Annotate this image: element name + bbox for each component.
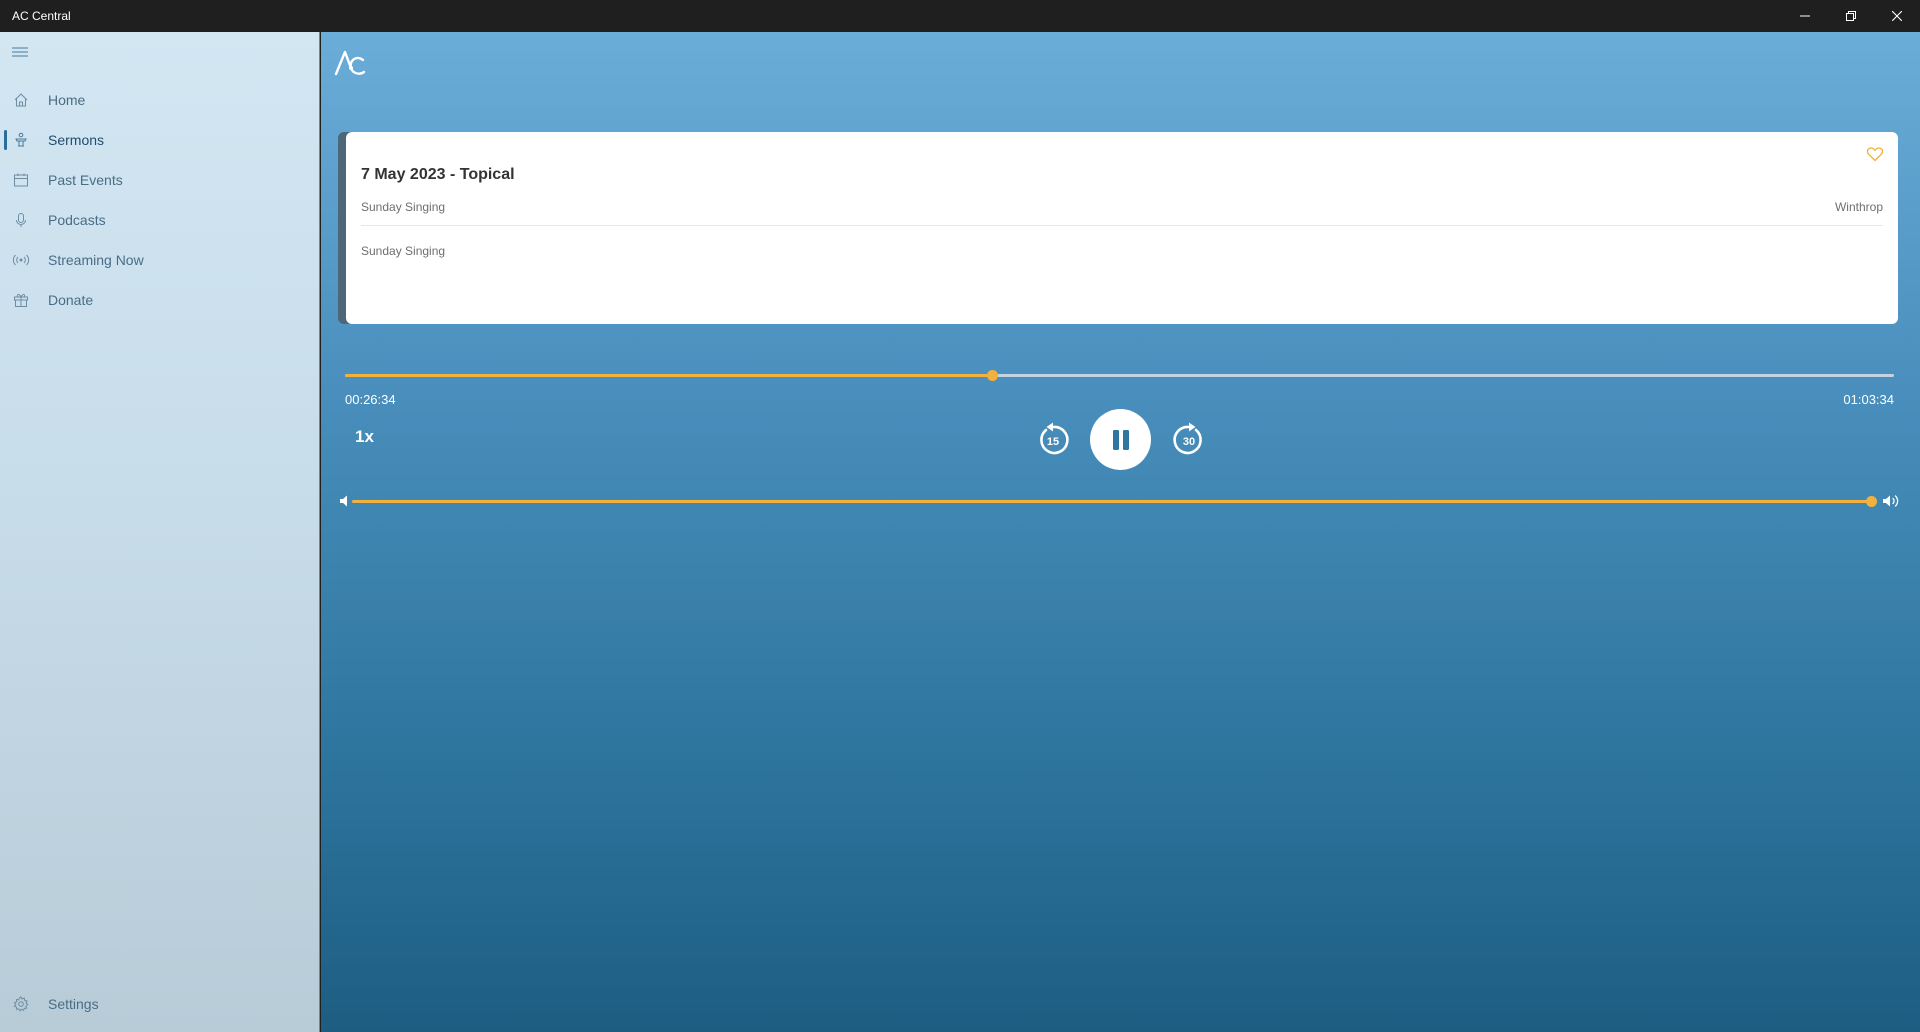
main-content: 7 May 2023 - Topical Sunday Singing Wint… xyxy=(321,32,1920,1032)
sermon-location: Winthrop xyxy=(1834,200,1883,214)
nav-item-label: Donate xyxy=(48,292,94,308)
nav-item-sermons[interactable]: Sermons xyxy=(0,120,320,160)
volume-slider[interactable] xyxy=(352,496,1877,507)
minimize-icon xyxy=(1800,15,1810,17)
sermon-subtitle: Sunday Singing xyxy=(361,200,446,214)
nav-item-label: Past Events xyxy=(48,172,123,188)
sermon-title: 7 May 2023 - Topical xyxy=(361,166,515,183)
close-button[interactable] xyxy=(1874,0,1920,32)
minimize-button[interactable] xyxy=(1782,0,1828,32)
podium-icon xyxy=(11,130,31,150)
volume-slider-thumb[interactable] xyxy=(1866,496,1877,507)
gear-icon xyxy=(11,994,31,1014)
nav-item-label: Settings xyxy=(48,996,99,1012)
seek-slider[interactable] xyxy=(345,370,1894,381)
forward-button[interactable]: 30 xyxy=(1171,422,1207,458)
title-bar: AC Central xyxy=(0,0,1920,32)
gift-icon xyxy=(11,290,31,310)
volume-low-icon xyxy=(339,494,351,508)
restore-button[interactable] xyxy=(1828,0,1874,32)
sermon-card-container: 7 May 2023 - Topical Sunday Singing Wint… xyxy=(338,132,1898,324)
window-title: AC Central xyxy=(12,9,71,23)
seek-slider-fill xyxy=(345,374,993,377)
app-logo xyxy=(333,46,367,80)
card-divider xyxy=(361,225,1883,226)
favorite-button[interactable] xyxy=(1866,145,1884,163)
pause-icon xyxy=(1112,429,1129,450)
calendar-icon xyxy=(11,170,31,190)
heart-icon xyxy=(1866,147,1884,162)
broadcast-icon xyxy=(11,250,31,270)
sermon-card: 7 May 2023 - Topical Sunday Singing Wint… xyxy=(346,132,1898,324)
rewind-button[interactable]: 15 xyxy=(1035,422,1071,458)
forward-icon: 30 xyxy=(1173,422,1202,455)
nav-item-label: Sermons xyxy=(48,132,105,148)
hamburger-icon xyxy=(12,47,28,57)
nav-item-label: Home xyxy=(48,92,86,108)
microphone-icon xyxy=(11,210,31,230)
restore-icon xyxy=(1846,11,1856,21)
close-icon xyxy=(1892,11,1902,21)
hamburger-menu-button[interactable] xyxy=(10,44,30,60)
rewind-icon: 15 xyxy=(1040,422,1069,455)
seek-slider-thumb[interactable] xyxy=(987,370,999,381)
pause-button[interactable] xyxy=(1090,409,1151,470)
nav-item-podcasts[interactable]: Podcasts xyxy=(0,200,320,240)
nav-item-home[interactable]: Home xyxy=(0,80,320,120)
forward-seconds-label: 30 xyxy=(1183,436,1195,448)
nav-item-donate[interactable]: Donate xyxy=(0,280,320,320)
current-time: 00:26:34 xyxy=(345,392,396,407)
navigation-pane: Home Sermons Past Events Podcasts Stream… xyxy=(0,32,320,1032)
nav-item-label: Podcasts xyxy=(48,212,106,228)
playback-speed-button[interactable]: 1x xyxy=(355,427,374,447)
sermon-description: Sunday Singing xyxy=(361,244,446,258)
nav-item-streaming-now[interactable]: Streaming Now xyxy=(0,240,320,280)
volume-high-icon xyxy=(1882,494,1902,508)
nav-item-settings[interactable]: Settings xyxy=(0,984,320,1024)
selection-indicator xyxy=(4,130,7,150)
home-icon xyxy=(11,90,31,110)
rewind-seconds-label: 15 xyxy=(1047,436,1059,448)
nav-item-label: Streaming Now xyxy=(48,252,144,268)
total-time: 01:03:34 xyxy=(1843,392,1894,407)
nav-item-past-events[interactable]: Past Events xyxy=(0,160,320,200)
